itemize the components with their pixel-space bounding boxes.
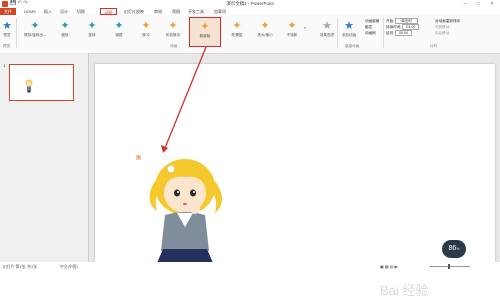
zoom-slider-thumb[interactable] [448, 264, 450, 269]
zoom-badge: 86% [442, 240, 466, 258]
baidu-watermark: Bai 经验 [380, 283, 429, 298]
slide-info: 幻灯片 第1张, 共1张 [3, 265, 37, 269]
zoom-slider[interactable] [430, 266, 470, 267]
zoom-badge-unit: % [456, 247, 460, 251]
annotation-arrow [161, 46, 207, 153]
language-indicator: 中文(中国) [60, 265, 78, 269]
status-bar: 幻灯片 第1张, 共1张 中文(中国) ▣ ▦ ▤ ▶ Bai 经验 [0, 262, 500, 299]
view-buttons[interactable]: ▣ ▦ ▤ ▶ [380, 264, 398, 269]
